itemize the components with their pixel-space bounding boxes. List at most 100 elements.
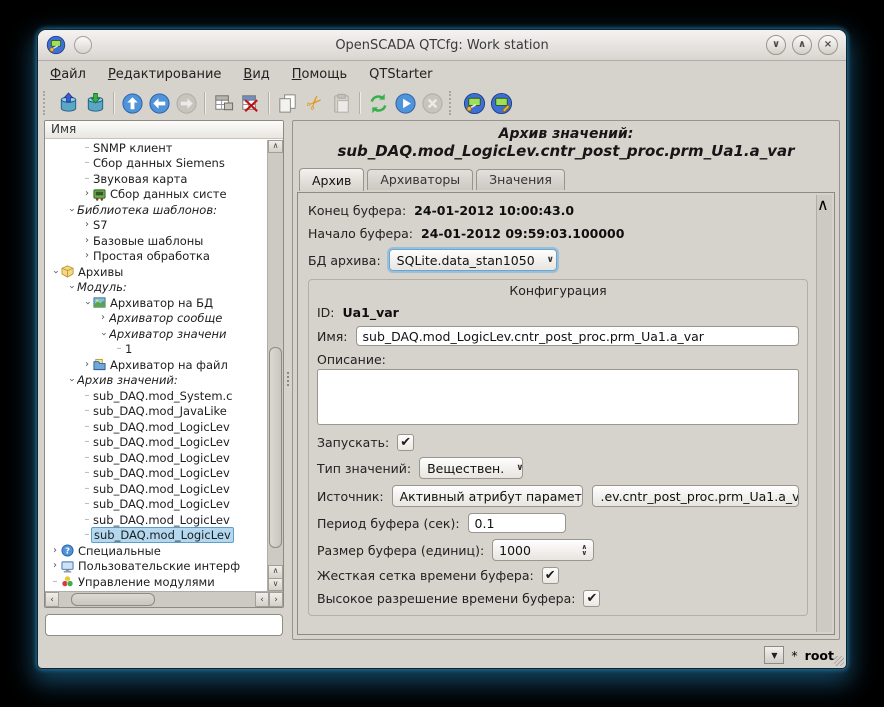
scroll-up2-icon[interactable]: ∧: [268, 565, 283, 578]
expand-icon[interactable]: ›: [81, 220, 93, 230]
hard-grid-checkbox[interactable]: [542, 567, 559, 584]
expand-icon[interactable]: ›: [49, 546, 61, 556]
tree-item[interactable]: ›S7: [45, 218, 268, 234]
expand-icon[interactable]: ›: [81, 251, 93, 261]
resize-grip[interactable]: [834, 656, 844, 666]
content-scroll-thumb[interactable]: [817, 214, 832, 389]
collapse-icon[interactable]: ›: [98, 328, 108, 340]
buffer-period-input[interactable]: 0.1: [468, 513, 566, 533]
tab-Архив[interactable]: Архив: [299, 168, 364, 191]
maximize-button[interactable]: ∧: [792, 35, 812, 55]
tree-hscroll-thumb[interactable]: [71, 593, 155, 606]
tab-Значения[interactable]: Значения: [476, 169, 565, 190]
load-from-db-button[interactable]: [55, 90, 82, 117]
tree-item[interactable]: –SNMP клиент: [45, 140, 268, 156]
panel-splitter[interactable]: [284, 120, 292, 638]
save-to-db-button[interactable]: [82, 90, 109, 117]
tree-filter-input[interactable]: [45, 614, 283, 636]
tree-item[interactable]: –sub_DAQ.mod_LogicLev: [45, 497, 268, 513]
go-up-button[interactable]: [119, 90, 146, 117]
tree-item[interactable]: –sub_DAQ.mod_LogicLev: [45, 419, 268, 435]
tree-item[interactable]: –sub_DAQ.mod_LogicLev: [45, 528, 268, 544]
buffer-size-spinner[interactable]: 1000 ∧∨: [492, 539, 594, 561]
tree-column-header[interactable]: Имя: [45, 121, 283, 139]
scroll-up-icon[interactable]: ∧: [817, 195, 832, 214]
tree-item[interactable]: –sub_DAQ.mod_LogicLev: [45, 450, 268, 466]
tree-item[interactable]: –sub_DAQ.mod_LogicLev: [45, 512, 268, 528]
tree-branch-line: –: [81, 499, 93, 509]
tree-item[interactable]: ›Библиотека шаблонов:: [45, 202, 268, 218]
menu-qtstarter[interactable]: QTStarter: [369, 67, 432, 82]
scroll-right-icon[interactable]: ›: [269, 592, 283, 607]
tree-item[interactable]: ›Простая обработка: [45, 249, 268, 265]
tree-item[interactable]: –1: [45, 342, 268, 358]
menu-help[interactable]: Помощь: [292, 67, 347, 82]
tree-item[interactable]: ›Пользовательские интерф: [45, 559, 268, 575]
menu-edit[interactable]: Редактирование: [108, 67, 221, 82]
refresh-button[interactable]: [365, 90, 392, 117]
tree-item[interactable]: –sub_DAQ.mod_JavaLike: [45, 404, 268, 420]
tree-item[interactable]: ›Архиватор на файл: [45, 357, 268, 373]
tree-item[interactable]: ›Базовые шаблоны: [45, 233, 268, 249]
collapse-icon[interactable]: ›: [66, 374, 76, 386]
scroll-down-icon[interactable]: ∨: [268, 578, 283, 591]
tree-horizontal-scrollbar[interactable]: ‹ ‹ ›: [45, 591, 283, 607]
toolbar-handle[interactable]: [449, 91, 458, 115]
source-type-select[interactable]: Активный атрибут параметра ∨: [392, 485, 584, 507]
tree-item[interactable]: –sub_DAQ.mod_LogicLev: [45, 466, 268, 482]
copy-item-button[interactable]: [274, 90, 301, 117]
tree-item[interactable]: –sub_DAQ.mod_LogicLev: [45, 435, 268, 451]
cut-item-button[interactable]: ✂: [301, 90, 328, 117]
qtcfg-starter-button[interactable]: [461, 90, 488, 117]
qtvision-starter-button[interactable]: [488, 90, 515, 117]
source-attr-select[interactable]: .ev.cntr_post_proc.prm_Ua1.a_var ∨: [592, 485, 799, 507]
archive-db-select[interactable]: SQLite.data_stan1050 ∨: [389, 249, 557, 271]
expand-icon[interactable]: ›: [81, 236, 93, 246]
menu-file[interactable]: Файл: [50, 67, 86, 82]
description-textarea[interactable]: [317, 369, 799, 425]
minimize-button[interactable]: ∨: [766, 35, 786, 55]
title-bar[interactable]: OpenSCADA QTCfg: Work station ∨ ∧ ×: [38, 30, 846, 61]
expand-icon[interactable]: ›: [81, 189, 93, 199]
run-checkbox[interactable]: [397, 434, 414, 451]
tree-item[interactable]: ›Архиватор сообще: [45, 311, 268, 327]
spin-arrows-icon[interactable]: ∧∨: [581, 544, 587, 557]
tree-item[interactable]: ›Сбор данных систе: [45, 187, 268, 203]
tree-item[interactable]: ›Архивы: [45, 264, 268, 280]
delete-item-button[interactable]: [237, 90, 264, 117]
scroll-up-icon[interactable]: ∧: [268, 140, 283, 153]
scroll-left-icon[interactable]: ‹: [45, 592, 59, 607]
tree-item[interactable]: –Звуковая карта: [45, 171, 268, 187]
tree-item[interactable]: –Сбор данных Siemens: [45, 156, 268, 172]
tree-item[interactable]: ›Модуль:: [45, 280, 268, 296]
tree-item[interactable]: ›Архиватор значени: [45, 326, 268, 342]
menu-view[interactable]: Вид: [243, 67, 269, 82]
expand-icon[interactable]: ›: [81, 360, 93, 370]
toolbar-handle[interactable]: [43, 91, 52, 115]
user-dropdown-button[interactable]: ▼: [764, 646, 784, 664]
expand-icon[interactable]: ›: [49, 561, 61, 571]
tree-item[interactable]: ›Архив значений:: [45, 373, 268, 389]
tree-vertical-scrollbar[interactable]: ∧ ∧ ∨: [267, 140, 283, 591]
tree-item[interactable]: –sub_DAQ.mod_System.c: [45, 388, 268, 404]
collapse-icon[interactable]: ›: [66, 204, 76, 216]
tab-Архиваторы[interactable]: Архиваторы: [367, 169, 473, 190]
collapse-icon[interactable]: ›: [50, 266, 60, 278]
tree-scroll-thumb[interactable]: [269, 347, 282, 547]
go-back-button[interactable]: [146, 90, 173, 117]
expand-icon[interactable]: ›: [97, 313, 109, 323]
start-periodic-update-button[interactable]: [392, 90, 419, 117]
value-type-select[interactable]: Веществен. ∨: [419, 457, 523, 479]
name-input[interactable]: sub_DAQ.mod_LogicLev.cntr_post_proc.prm_…: [356, 326, 799, 346]
add-item-button[interactable]: [210, 90, 237, 117]
collapse-icon[interactable]: ›: [66, 281, 76, 293]
collapse-icon[interactable]: ›: [82, 297, 92, 309]
close-button[interactable]: ×: [818, 35, 838, 55]
tree-item[interactable]: –sub_DAQ.mod_LogicLev: [45, 481, 268, 497]
tree-item[interactable]: –Управление модулями: [45, 574, 268, 590]
content-vertical-scrollbar[interactable]: ∧: [816, 195, 832, 632]
scroll-left2-icon[interactable]: ‹: [255, 592, 269, 607]
tree-item[interactable]: ›Архиватор на БД: [45, 295, 268, 311]
high-res-checkbox[interactable]: [583, 590, 600, 607]
tree-item[interactable]: ›?Специальные: [45, 543, 268, 559]
